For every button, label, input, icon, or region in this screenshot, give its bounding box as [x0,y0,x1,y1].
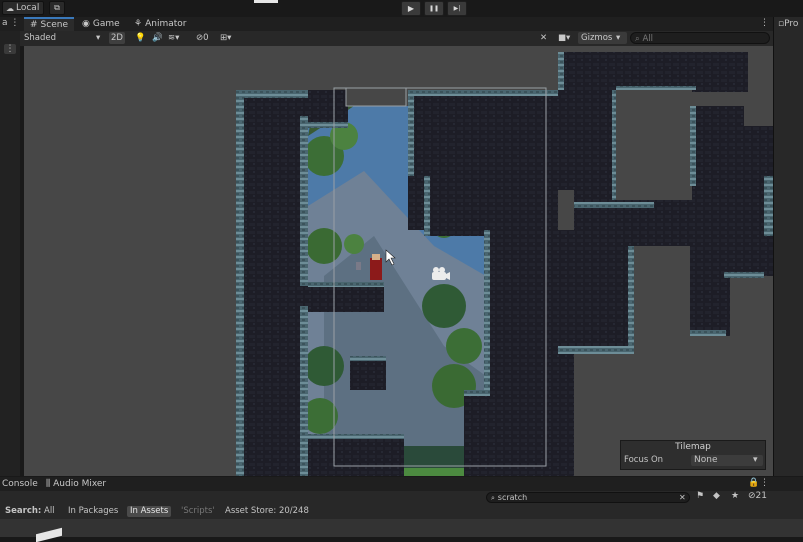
create-filter-icon[interactable]: ⚑ [696,491,704,501]
toolbar-indicator [254,0,278,3]
shading-mode-dropdown[interactable]: Shaded ▾ [24,32,104,44]
scene-search-input[interactable]: ⌕ All [630,32,770,44]
account-dropdown[interactable]: ☁ Local [2,1,44,15]
grid-icon[interactable]: ⊞▾ [220,32,231,44]
tab-console-label: Console [2,479,38,489]
clear-search-icon[interactable]: ✕ [679,493,686,502]
visibility-count: 21 [755,491,767,501]
scene-search-placeholder: All [642,34,654,44]
lock-icon[interactable]: 🔒 [748,478,759,488]
project-panel-title: Pro [784,19,799,29]
scene-toolbar: Shaded ▾ 2D 💡 🔊 ≋▾ ⊘0 ⊞▾ ✕ ■▾ Gizmos ▾ ⌕… [20,31,773,47]
tab-animator[interactable]: ⚘ Animator [128,17,192,31]
cloud-icon: ☁ [6,3,14,13]
project-results-area[interactable] [0,519,803,542]
pause-icon: ❚❚ [428,5,440,12]
scene-hierarchy-menu-icon[interactable]: a ⋮ [2,18,19,28]
audio-mixer-icon: ⫼ [46,479,51,489]
tab-audio-mixer[interactable]: ⫼ Audio Mixer [40,477,112,491]
account-label: Local [16,3,40,13]
tab-game-label: Game [92,19,120,29]
chevron-down-icon: ▾ [753,455,758,465]
tilemap-overlay: Tilemap Focus On None ▾ [620,440,766,470]
project-search-value: scratch [497,493,528,502]
tab-console[interactable]: Console [0,477,44,491]
tab-scene[interactable]: # Scene [24,17,74,31]
tab-animator-label: Animator [145,19,187,29]
shading-mode-label: Shaded [24,33,57,43]
focus-on-dropdown[interactable]: None ▾ [691,455,763,466]
tab-audio-mixer-label: Audio Mixer [53,479,107,489]
scope-scripts[interactable]: 'Scripts' [178,506,218,517]
scope-asset-store[interactable]: Asset Store: 20/248 [222,506,312,517]
camera-icon[interactable]: ■▾ [558,32,570,44]
hidden-count: 0 [203,33,209,43]
scope-in-packages[interactable]: In Packages [65,506,121,517]
gizmos-label: Gizmos [581,33,613,43]
hidden-packages-toggle[interactable]: ⊘21 [748,491,767,501]
result-item-thumbnail[interactable] [36,527,62,542]
project-search-input[interactable]: ⌕ scratch ✕ [486,492,690,503]
gizmos-dropdown[interactable]: Gizmos ▾ [578,32,627,44]
project-panel-edge: ▫Pro [773,17,803,476]
chevron-down-icon: ▾ [616,33,621,43]
search-scope-label: Search: [5,506,42,516]
chevron-down-icon: ▾ [96,33,101,43]
left-panel-menu-icon[interactable]: ⋮ [4,44,16,54]
tools-icon[interactable]: ✕ [540,32,547,44]
audio-icon[interactable]: 🔊 [152,32,163,44]
lighting-icon[interactable]: 💡 [135,32,146,44]
collab-button[interactable]: ⧉ [49,1,65,15]
play-button[interactable]: ▶ [401,1,421,16]
camera-bounds-top [345,87,407,107]
tab-scene-label: Scene [40,20,68,30]
animator-icon: ⚘ [134,19,143,29]
search-scope-bar: Search: All In Packages In Assets 'Scrip… [0,504,803,519]
project-panel-tab[interactable]: ▫Pro [778,19,798,29]
hidden-objects-toggle[interactable]: ⊘0 [196,32,209,44]
effects-icon[interactable]: ≋▾ [168,32,179,44]
bottom-menu-icon[interactable]: ⋮ [760,478,769,488]
toggle-2d-button[interactable]: 2D [109,32,125,44]
search-icon: ⌕ [491,494,495,502]
top-toolbar: ☁ Local ⧉ ▶ ❚❚ ▶| [0,0,803,16]
step-icon: ▶| [453,5,461,12]
focus-on-label: Focus On [624,455,664,465]
tilemap-overlay-title: Tilemap [675,442,711,452]
project-search-bar: ⌕ scratch ✕ ⚑ ◆ ★ ⊘21 [0,491,803,504]
focus-on-value: None [694,455,718,465]
pause-button[interactable]: ❚❚ [424,1,444,16]
scene-canvas [236,52,773,476]
scope-in-assets[interactable]: In Assets [127,506,172,517]
play-icon: ▶ [407,4,415,13]
scope-all[interactable]: All [41,506,58,517]
scene-tab-bar: a ⋮ # Scene ◉ Game ⚘ Animator ⋮ [0,17,773,31]
step-button[interactable]: ▶| [447,1,467,16]
collab-icon: ⧉ [54,3,60,12]
game-icon: ◉ [82,19,90,29]
eye-slash-icon: ⊘ [748,491,756,501]
scene-menu-icon[interactable]: ⋮ [760,18,769,28]
favorite-icon[interactable]: ★ [731,491,739,501]
bottom-tab-bar: Console ⫼ Audio Mixer 🔒 ⋮ [0,477,803,491]
tab-game[interactable]: ◉ Game [76,17,126,31]
label-filter-icon[interactable]: ◆ [713,491,720,501]
left-panel-edge: ⋮ [0,31,20,476]
search-icon: ⌕ [635,34,640,44]
scene-viewport[interactable]: Tilemap Focus On None ▾ [24,46,773,476]
scene-icon: # [30,20,38,30]
